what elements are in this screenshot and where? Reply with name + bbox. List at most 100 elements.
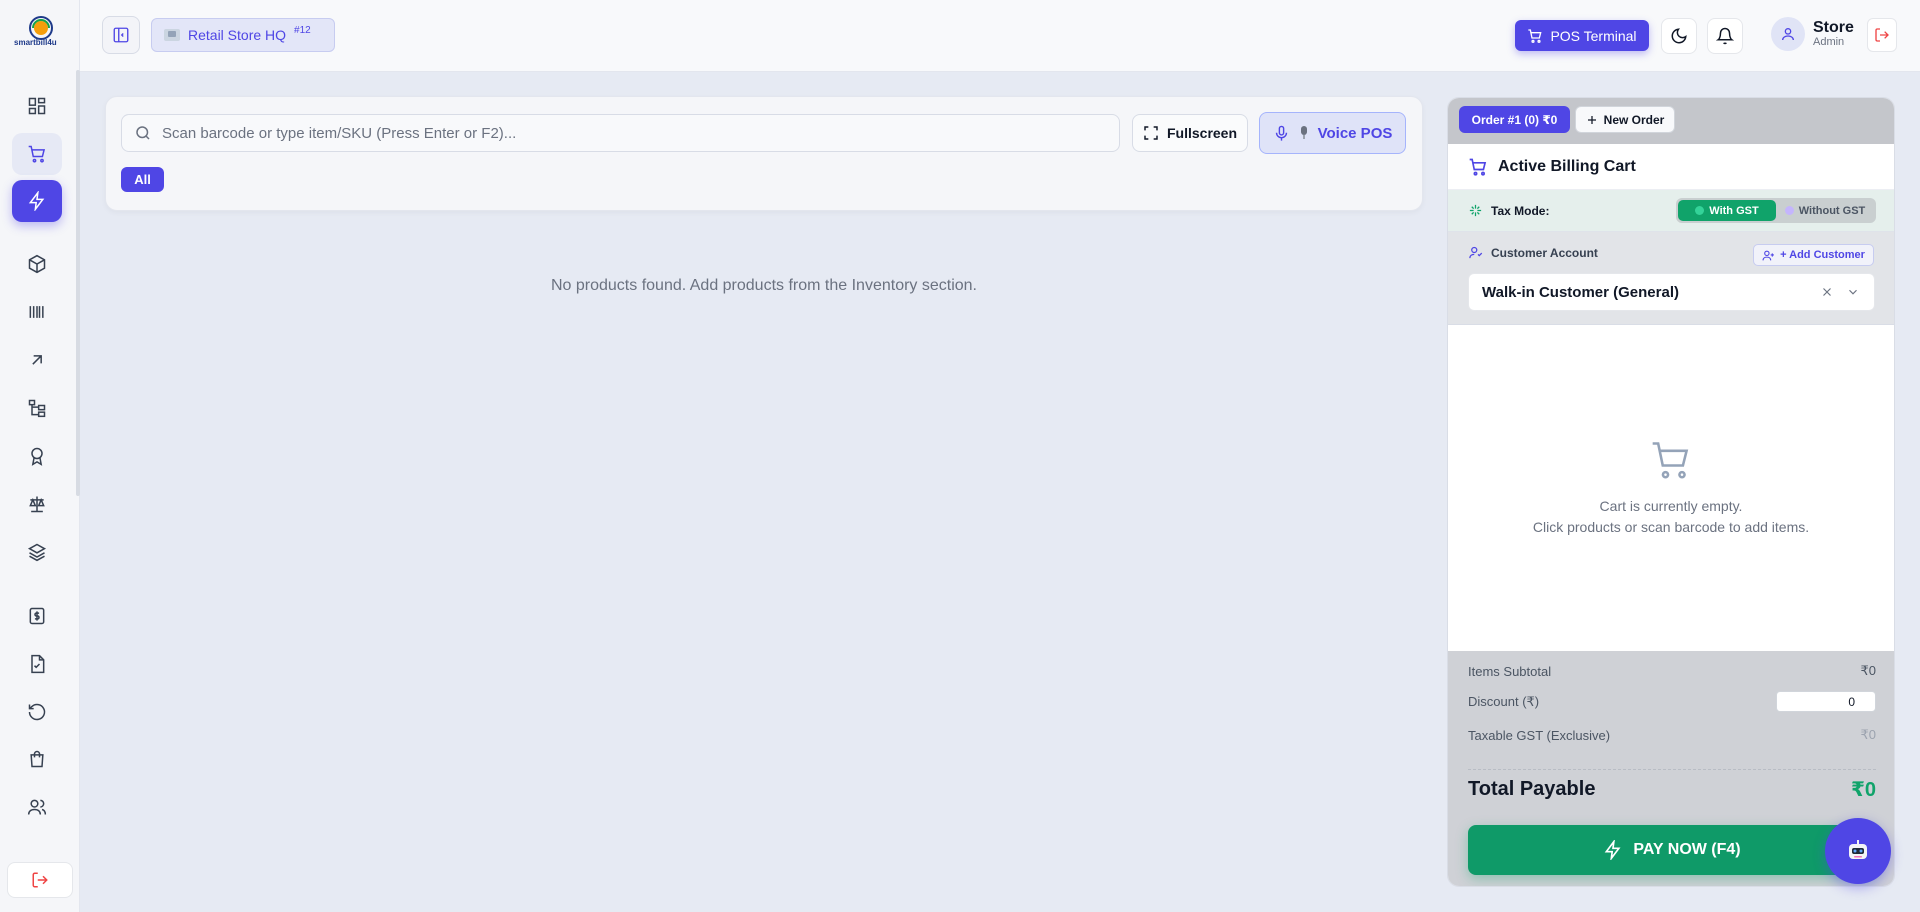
sidebar-item-accounts[interactable] xyxy=(12,483,62,525)
pos-terminal-button[interactable]: POS Terminal xyxy=(1515,20,1649,51)
sidebar-item-reports[interactable] xyxy=(12,643,62,685)
subtotal-value: ₹0 xyxy=(1860,663,1876,678)
user-plus-icon xyxy=(1762,250,1774,260)
sidebar-item-orders[interactable] xyxy=(12,738,62,780)
store-name: Retail Store HQ xyxy=(188,27,287,43)
order-tab-1[interactable]: Order #1 (0) ₹0 xyxy=(1459,106,1570,133)
lightning-icon xyxy=(1605,840,1621,860)
chatbot-button[interactable] xyxy=(1825,818,1891,884)
robot-icon xyxy=(1849,840,1867,859)
microphone-icon xyxy=(1275,125,1287,141)
scale-icon xyxy=(29,496,45,513)
search-input[interactable] xyxy=(162,124,1112,142)
award-icon xyxy=(31,447,43,466)
file-check-icon xyxy=(31,654,45,674)
sidebar-item-barcodes[interactable] xyxy=(12,291,62,333)
gst-label: Taxable GST (Exclusive) xyxy=(1468,727,1611,743)
brand-name: smartbill4u xyxy=(14,38,57,47)
cart-title: Active Billing Cart xyxy=(1498,157,1636,175)
user-menu[interactable]: Store Admin xyxy=(1771,17,1854,51)
fullscreen-label: Fullscreen xyxy=(1166,125,1238,141)
store-selector[interactable]: Retail Store HQ #12 xyxy=(151,18,335,52)
store-id: #12 xyxy=(294,24,311,36)
box-icon xyxy=(28,254,46,274)
subtotal-row: Items Subtotal ₹0 xyxy=(1468,663,1876,679)
search-box[interactable] xyxy=(121,114,1120,152)
avatar xyxy=(1771,17,1805,51)
moon-icon xyxy=(1671,28,1687,44)
sidebar-item-purchases[interactable] xyxy=(12,339,62,381)
sidebar-scrollbar[interactable] xyxy=(76,70,80,496)
add-customer-button[interactable]: + Add Customer xyxy=(1753,244,1874,266)
search-icon xyxy=(136,126,150,140)
order-tabs: Order #1 (0) ₹0 New Order xyxy=(1448,98,1894,144)
tax-with-gst-option[interactable]: With GST xyxy=(1678,200,1776,221)
brand-logo-icon[interactable] xyxy=(18,14,64,54)
tax-with-gst-label: With GST xyxy=(1709,204,1759,217)
sidebar-item-products[interactable] xyxy=(12,243,62,285)
tax-without-gst-option[interactable]: Without GST xyxy=(1776,200,1874,221)
customer-select[interactable]: Walk-in Customer (General) xyxy=(1468,273,1875,311)
billing-cart-panel: Order #1 (0) ₹0 New Order Active Billing… xyxy=(1447,97,1895,887)
totals-divider xyxy=(1468,769,1876,770)
theme-toggle-button[interactable] xyxy=(1661,18,1697,54)
clear-icon[interactable] xyxy=(1820,285,1834,299)
cart-icon xyxy=(1528,28,1542,43)
discount-label: Discount (₹) xyxy=(1468,693,1540,709)
pay-now-button[interactable]: PAY NOW (F4) xyxy=(1468,825,1876,875)
customer-account-label: Customer Account xyxy=(1491,245,1598,260)
gst-value: ₹0 xyxy=(1860,727,1876,742)
subtotal-label: Items Subtotal xyxy=(1468,663,1552,679)
voice-pos-button[interactable]: Voice POS xyxy=(1259,112,1406,154)
sidebar-item-quick-billing[interactable] xyxy=(12,180,62,222)
bell-icon xyxy=(1716,27,1734,45)
chevron-down-icon[interactable] xyxy=(1846,285,1860,299)
total-payable-value: ₹0 xyxy=(1850,779,1876,801)
grid-icon xyxy=(28,97,46,115)
sparkle-icon xyxy=(1469,204,1482,217)
sidebar-item-customers[interactable] xyxy=(12,786,62,828)
discount-row: Discount (₹) xyxy=(1468,691,1876,712)
mic-emoji-icon xyxy=(1300,126,1307,139)
sidebar-toggle-icon xyxy=(113,27,129,43)
sidebar-item-expenses[interactable] xyxy=(12,595,62,637)
status-dot-icon xyxy=(1695,206,1705,215)
add-customer-label: + Add Customer xyxy=(1780,249,1865,261)
sidebar-item-dashboard[interactable] xyxy=(12,85,62,127)
tax-without-gst-label: Without GST xyxy=(1798,204,1866,217)
total-payable-row: Total Payable ₹0 xyxy=(1468,777,1876,802)
product-search-card: Fullscreen Voice POS All xyxy=(105,96,1423,211)
users-icon xyxy=(27,799,47,815)
sidebar-logout-button[interactable] xyxy=(7,862,73,898)
discount-input[interactable] xyxy=(1776,691,1876,712)
store-image-icon xyxy=(164,29,180,41)
sidebar-item-loyalty[interactable] xyxy=(12,435,62,477)
category-chip-all[interactable]: All xyxy=(121,167,164,192)
cart-icon xyxy=(28,145,46,163)
new-order-label: New Order xyxy=(1603,112,1665,127)
sidebar-item-categories[interactable] xyxy=(12,387,62,429)
logout-button[interactable] xyxy=(1867,18,1897,52)
new-order-button[interactable]: New Order xyxy=(1575,106,1675,133)
pos-terminal-label: POS Terminal xyxy=(1550,27,1637,44)
undo-icon xyxy=(28,703,46,721)
fullscreen-button[interactable]: Fullscreen xyxy=(1132,114,1248,152)
sidebar-item-stock[interactable] xyxy=(12,531,62,573)
user-role: Admin xyxy=(1813,36,1845,48)
sidebar-toggle-button[interactable] xyxy=(102,16,140,54)
sidebar-item-returns[interactable] xyxy=(12,691,62,733)
tax-mode-row: Tax Mode: With GST Without GST xyxy=(1448,190,1894,232)
cart-icon xyxy=(1469,158,1487,176)
fullscreen-icon xyxy=(1144,126,1158,140)
cart-items-area: Cart is currently empty. Click products … xyxy=(1448,325,1894,651)
notifications-button[interactable] xyxy=(1707,18,1743,54)
logout-icon xyxy=(1875,28,1889,42)
layers-icon xyxy=(27,543,47,562)
plus-icon xyxy=(1587,115,1596,124)
user-icon xyxy=(1469,246,1483,259)
topbar: Retail Store HQ #12 POS Terminal Store A… xyxy=(80,0,1920,72)
customer-selected-value: Walk-in Customer (General) xyxy=(1482,283,1679,301)
sidebar-item-pos[interactable] xyxy=(12,133,62,175)
no-products-message: No products found. Add products from the… xyxy=(550,277,977,294)
customer-account-heading: Customer Account xyxy=(1468,245,1598,260)
